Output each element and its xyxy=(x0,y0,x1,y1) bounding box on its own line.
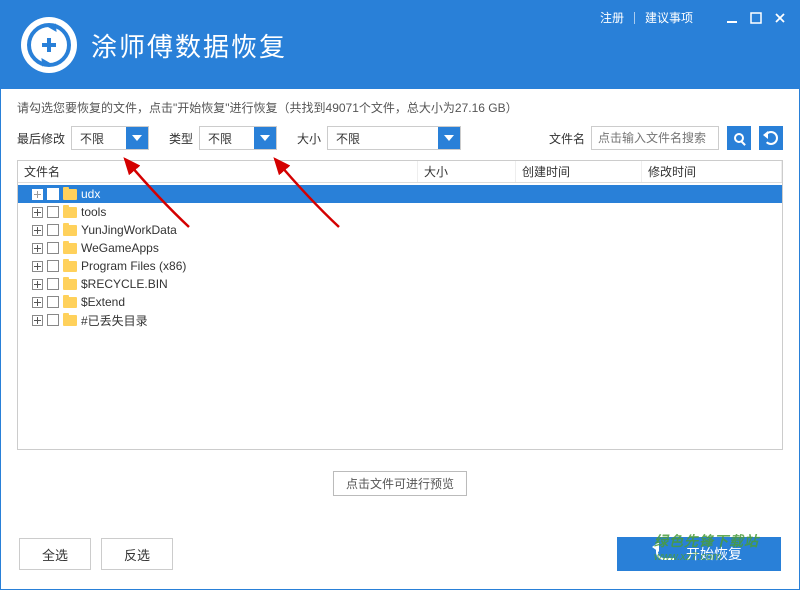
app-logo xyxy=(21,17,77,73)
instruction-text: 请勾选您要恢复的文件，点击"开始恢复"进行恢复（共找到49071个文件，总大小为… xyxy=(17,99,783,116)
row-label: udx xyxy=(81,187,100,201)
bottom-bar: 全选 反选 开始恢复 xyxy=(1,537,799,571)
preview-hint: 点击文件可进行预览 xyxy=(333,471,467,496)
row-label: $Extend xyxy=(81,295,125,309)
expand-icon[interactable] xyxy=(32,315,43,326)
row-label: Program Files (x86) xyxy=(81,259,186,273)
size-label: 大小 xyxy=(297,130,321,147)
row-checkbox[interactable] xyxy=(47,206,59,218)
filename-label: 文件名 xyxy=(549,130,585,147)
close-button[interactable] xyxy=(773,11,787,25)
maximize-button[interactable] xyxy=(749,11,763,25)
table-row[interactable]: $RECYCLE.BIN xyxy=(18,275,782,293)
expand-icon[interactable] xyxy=(32,261,43,272)
size-select[interactable]: 不限 xyxy=(327,126,461,150)
expand-icon[interactable] xyxy=(32,189,43,200)
select-all-button[interactable]: 全选 xyxy=(19,538,91,570)
row-checkbox[interactable] xyxy=(47,296,59,308)
col-mtime[interactable]: 修改时间 xyxy=(642,161,782,182)
type-select[interactable]: 不限 xyxy=(199,126,277,150)
file-list-pane: 文件名 大小 创建时间 修改时间 udx tools YunJingWorkData… xyxy=(17,160,783,450)
col-size[interactable]: 大小 xyxy=(418,161,516,182)
minimize-button[interactable] xyxy=(725,11,739,25)
search-button[interactable] xyxy=(727,126,751,150)
table-row[interactable]: udx xyxy=(18,185,782,203)
file-list-header: 文件名 大小 创建时间 修改时间 xyxy=(18,161,782,183)
folder-icon xyxy=(63,279,77,290)
chevron-down-icon[interactable] xyxy=(254,127,276,149)
chevron-down-icon[interactable] xyxy=(438,127,460,149)
folder-icon xyxy=(63,243,77,254)
type-label: 类型 xyxy=(169,130,193,147)
refresh-icon xyxy=(764,131,778,145)
refresh-button[interactable] xyxy=(759,126,783,150)
register-link[interactable]: 注册 xyxy=(600,9,624,26)
last-modified-label: 最后修改 xyxy=(17,130,65,147)
undo-icon xyxy=(656,548,674,560)
folder-icon xyxy=(63,315,77,326)
app-title: 涂师傅数据恢复 xyxy=(91,27,287,64)
filter-row: 最后修改 不限 类型 不限 大小 不限 文件名 xyxy=(17,126,783,150)
table-row[interactable]: tools xyxy=(18,203,782,221)
row-checkbox[interactable] xyxy=(47,242,59,254)
col-ctime[interactable]: 创建时间 xyxy=(516,161,642,182)
row-checkbox[interactable] xyxy=(47,260,59,272)
folder-icon xyxy=(63,189,77,200)
expand-icon[interactable] xyxy=(32,207,43,218)
row-checkbox[interactable] xyxy=(47,224,59,236)
folder-icon xyxy=(63,225,77,236)
invert-selection-button[interactable]: 反选 xyxy=(101,538,173,570)
col-filename[interactable]: 文件名 xyxy=(18,161,418,182)
folder-icon xyxy=(63,297,77,308)
row-label: YunJingWorkData xyxy=(81,223,177,237)
expand-icon[interactable] xyxy=(32,225,43,236)
table-row[interactable]: YunJingWorkData xyxy=(18,221,782,239)
row-label: tools xyxy=(81,205,106,219)
table-row[interactable]: #已丢失目录 xyxy=(18,311,782,329)
row-checkbox[interactable] xyxy=(47,188,59,200)
row-label: WeGameApps xyxy=(81,241,159,255)
table-row[interactable]: Program Files (x86) xyxy=(18,257,782,275)
row-checkbox[interactable] xyxy=(47,278,59,290)
folder-icon xyxy=(63,207,77,218)
folder-icon xyxy=(63,261,77,272)
row-label: #已丢失目录 xyxy=(81,312,148,329)
chevron-down-icon[interactable] xyxy=(126,127,148,149)
search-input[interactable] xyxy=(591,126,719,150)
expand-icon[interactable] xyxy=(32,243,43,254)
separator xyxy=(634,12,635,24)
table-row[interactable]: WeGameApps xyxy=(18,239,782,257)
row-label: $RECYCLE.BIN xyxy=(81,277,168,291)
expand-icon[interactable] xyxy=(32,279,43,290)
file-tree[interactable]: udx tools YunJingWorkData WeGameApps Program… xyxy=(18,183,782,331)
expand-icon[interactable] xyxy=(32,297,43,308)
row-checkbox[interactable] xyxy=(47,314,59,326)
suggestions-link[interactable]: 建议事项 xyxy=(645,9,693,26)
table-row[interactable]: $Extend xyxy=(18,293,782,311)
titlebar: 注册 建议事项 涂师傅数据恢复 xyxy=(1,1,799,89)
last-modified-select[interactable]: 不限 xyxy=(71,126,149,150)
start-recovery-button[interactable]: 开始恢复 xyxy=(617,537,781,571)
search-icon xyxy=(734,133,744,143)
